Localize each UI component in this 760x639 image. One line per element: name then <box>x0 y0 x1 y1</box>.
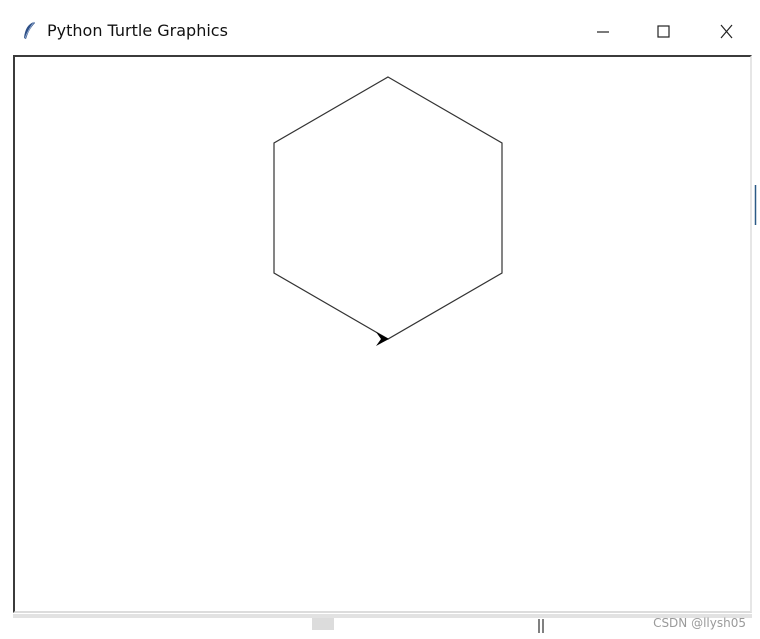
minimize-button[interactable] <box>580 12 626 52</box>
background-tick-marks <box>537 618 545 633</box>
maximize-icon <box>657 25 670 38</box>
title-bar[interactable]: Python Turtle Graphics <box>0 0 760 56</box>
background-scrollbar-stub <box>312 618 334 630</box>
turtle-canvas[interactable] <box>13 55 752 613</box>
hexagon-drawing <box>273 76 503 340</box>
tk-feather-icon <box>22 21 36 41</box>
close-button[interactable] <box>703 12 749 52</box>
turtle-arrow-icon <box>376 332 389 346</box>
turtle-window: Python Turtle Graphics CSDN @llysh05 <box>0 0 760 639</box>
canvas-bottom-shadow <box>13 614 752 618</box>
window-title: Python Turtle Graphics <box>47 21 228 40</box>
background-edge-mark <box>754 185 757 225</box>
watermark-text: CSDN @llysh05 <box>653 616 746 630</box>
maximize-button[interactable] <box>640 12 686 52</box>
close-icon <box>720 24 733 39</box>
